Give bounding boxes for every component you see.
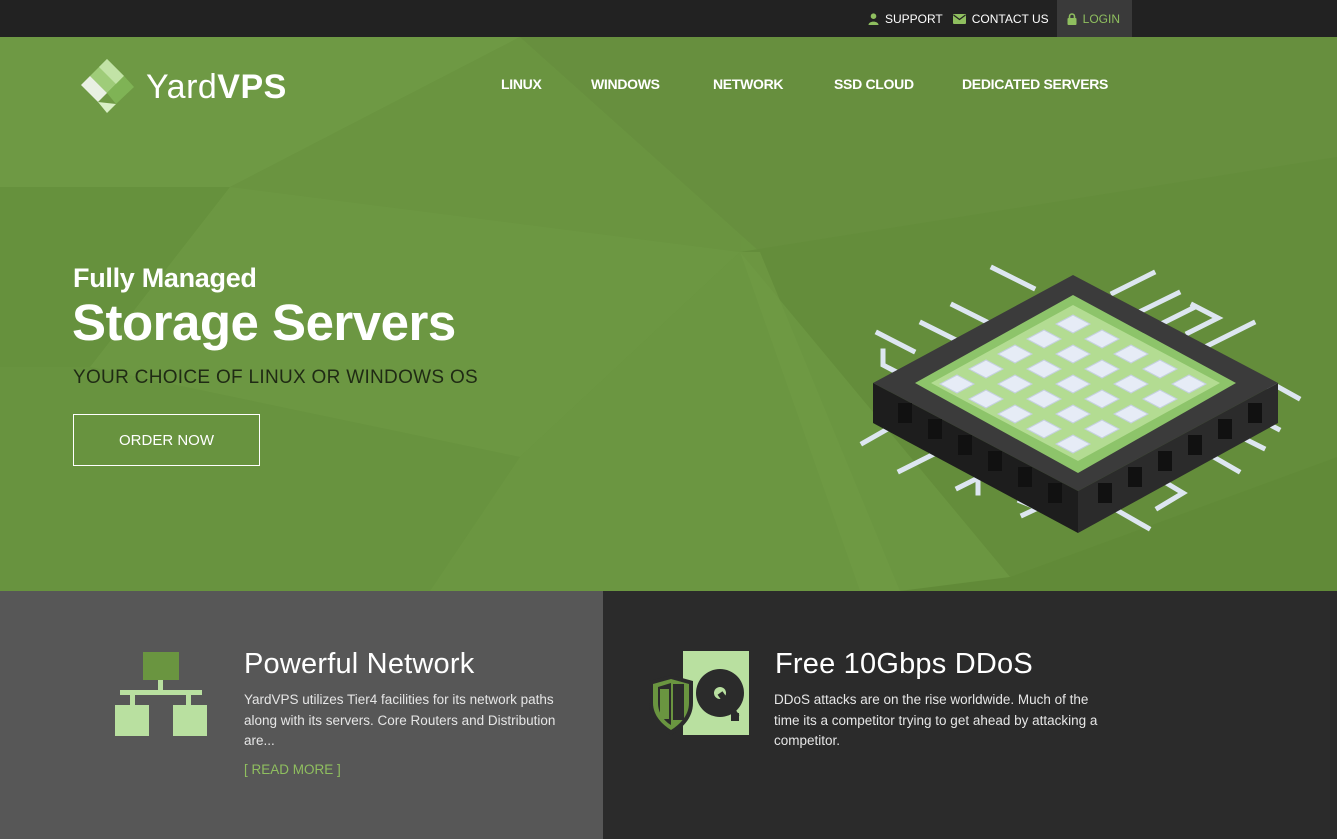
feature-network-title: Powerful Network — [244, 648, 475, 680]
support-label: SUPPORT — [884, 11, 943, 26]
read-more-link[interactable]: [ READ MORE ] — [244, 762, 341, 777]
nav-ssd-cloud[interactable]: SSD CLOUD — [834, 76, 914, 92]
feature-ddos-text: DDoS attacks are on the rise worldwide. … — [774, 692, 1098, 748]
top-links: SUPPORT CONTACT US LOGIN — [866, 0, 1132, 37]
feature-ddos-title: Free 10Gbps DDoS — [775, 648, 1033, 680]
hero-title: Storage Servers — [72, 294, 456, 351]
login-label: LOGIN — [1082, 11, 1120, 26]
envelope-icon — [952, 13, 966, 24]
support-link[interactable]: SUPPORT — [866, 0, 951, 37]
login-link[interactable]: LOGIN — [1056, 0, 1132, 37]
lock-icon — [1067, 12, 1077, 25]
feature-network-text: YardVPS utilizes Tier4 facilities for it… — [244, 692, 556, 748]
nav-linux[interactable]: LINUX — [501, 76, 542, 92]
nav-windows[interactable]: WINDOWS — [591, 76, 660, 92]
network-icon — [115, 652, 207, 736]
main-nav: LINUX WINDOWS NETWORK SSD CLOUD DEDICATE… — [0, 76, 1337, 96]
cpu-chip-illustration — [859, 264, 1302, 533]
top-bar: SUPPORT CONTACT US LOGIN — [0, 0, 1337, 37]
hero-subtitle: YOUR CHOICE OF LINUX OR WINDOWS OS — [73, 367, 478, 388]
contact-link[interactable]: CONTACT US — [951, 0, 1057, 37]
nav-network[interactable]: NETWORK — [713, 76, 784, 92]
feature-ddos-panel: Free 10Gbps DDoS DDoS attacks are on the… — [603, 591, 1337, 839]
nav-dedicated-servers[interactable]: DEDICATED SERVERS — [962, 76, 1108, 92]
ddos-shield-disk-icon — [649, 651, 749, 735]
feature-network-panel: Powerful Network YardVPS utilizes Tier4 … — [0, 591, 603, 839]
order-now-button[interactable]: ORDER NOW — [73, 414, 260, 466]
hero-kicker: Fully Managed — [73, 263, 257, 293]
contact-label: CONTACT US — [971, 11, 1049, 26]
hero-section: YardVPS LINUX WINDOWS NETWORK SSD CLOUD … — [0, 37, 1337, 591]
user-icon — [868, 12, 879, 25]
